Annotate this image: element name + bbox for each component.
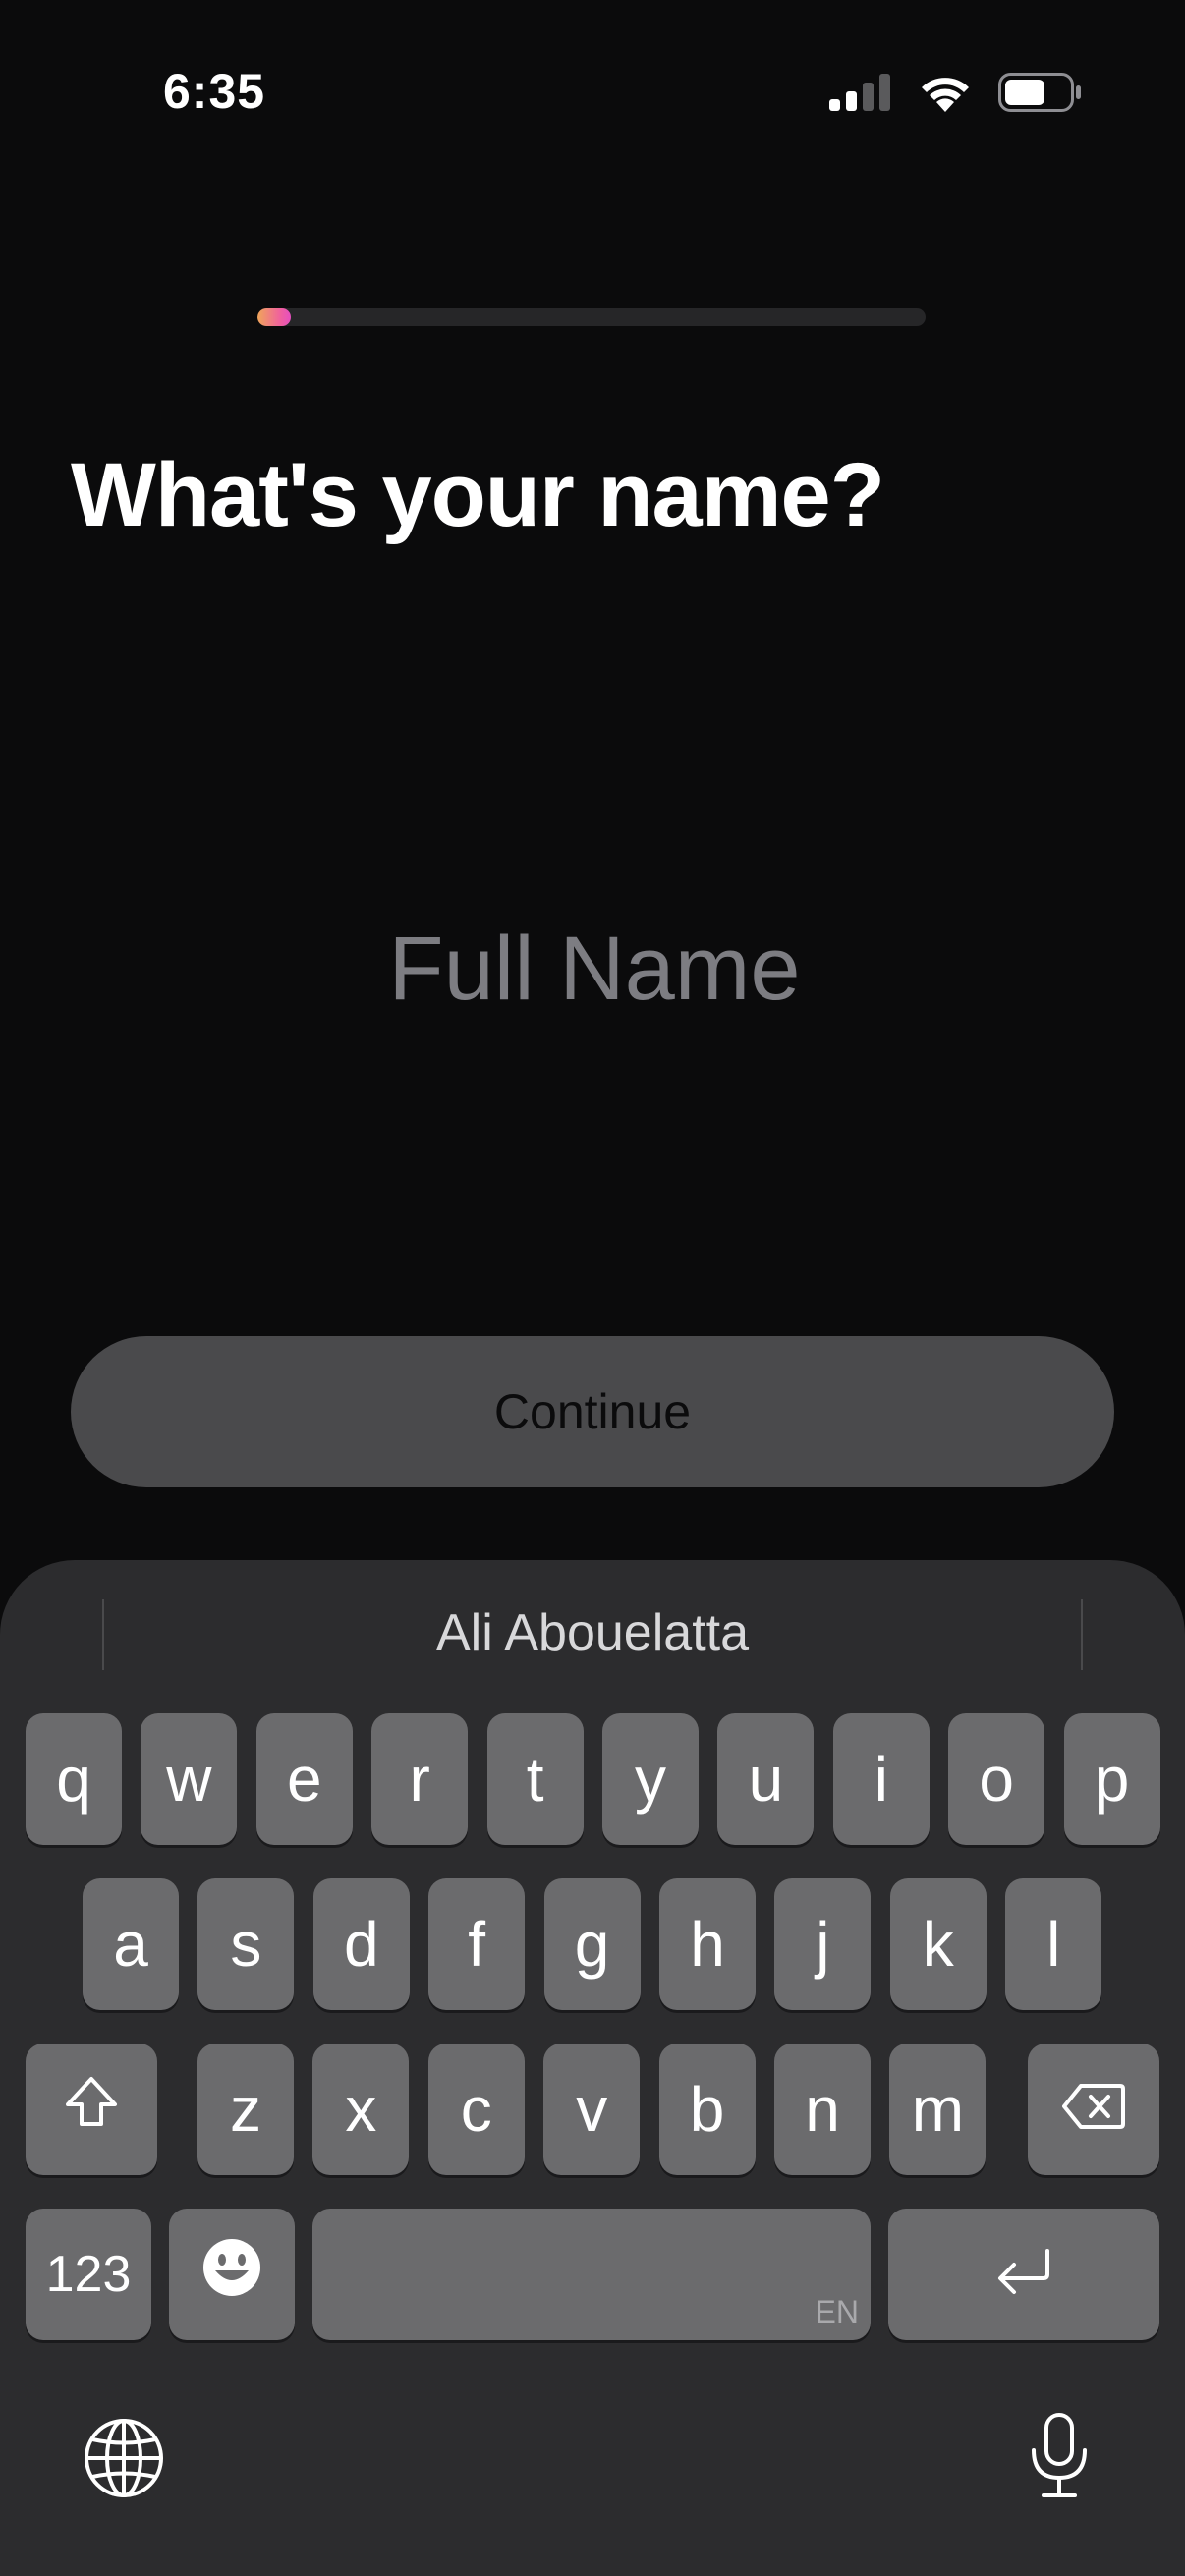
- key-a[interactable]: a: [83, 1878, 179, 2010]
- keyboard-suggestion[interactable]: Ali Abouelatta: [0, 1603, 1185, 1662]
- return-key[interactable]: [888, 2209, 1159, 2340]
- key-c[interactable]: c: [427, 2044, 525, 2175]
- delete-key[interactable]: [1028, 2044, 1159, 2175]
- key-e[interactable]: e: [255, 1713, 353, 1845]
- key-k[interactable]: k: [889, 1878, 987, 2010]
- globe-button[interactable]: [83, 2417, 165, 2504]
- key-u[interactable]: u: [717, 1713, 815, 1845]
- onboarding-progress-bar: [257, 308, 926, 326]
- onboarding-name-screen: 6:35 What's your name? Full Name Continu…: [0, 0, 1185, 2576]
- emoji-icon: [201, 2237, 262, 2313]
- key-g[interactable]: g: [543, 1878, 641, 2010]
- key-t[interactable]: t: [486, 1713, 584, 1845]
- dictation-button[interactable]: [1026, 2411, 1093, 2506]
- numbers-key[interactable]: 123: [26, 2209, 151, 2340]
- space-key[interactable]: EN: [312, 2209, 871, 2340]
- emoji-key[interactable]: [169, 2209, 295, 2340]
- shift-key[interactable]: [26, 2044, 157, 2175]
- key-p[interactable]: p: [1063, 1713, 1160, 1845]
- return-icon: [992, 2238, 1055, 2311]
- wifi-icon: [918, 73, 973, 117]
- system-keyboard: Ali Abouelatta qwertyuiop asdfghjkl zxcv…: [0, 1560, 1185, 2576]
- microphone-icon: [1026, 2413, 1093, 2505]
- shift-icon: [62, 2073, 121, 2147]
- key-r[interactable]: r: [371, 1713, 469, 1845]
- key-l[interactable]: l: [1005, 1878, 1102, 2010]
- key-b[interactable]: b: [658, 2044, 756, 2175]
- battery-icon: [998, 73, 1081, 117]
- key-n[interactable]: n: [774, 2044, 871, 2175]
- delete-icon: [1061, 2073, 1126, 2146]
- key-d[interactable]: d: [312, 1878, 410, 2010]
- key-y[interactable]: y: [602, 1713, 699, 1845]
- keyboard-suggestion-bar: Ali Abouelatta: [0, 1599, 1185, 1680]
- key-z[interactable]: z: [198, 2044, 294, 2175]
- status-time: 6:35: [163, 64, 266, 119]
- key-w[interactable]: w: [141, 1713, 238, 1845]
- key-j[interactable]: j: [774, 1878, 872, 2010]
- page-title: What's your name?: [71, 445, 885, 545]
- full-name-input[interactable]: [101, 904, 1088, 1034]
- globe-icon: [83, 2419, 165, 2503]
- key-v[interactable]: v: [543, 2044, 641, 2175]
- status-icons: [829, 73, 1081, 117]
- continue-button[interactable]: Continue: [71, 1336, 1114, 1487]
- key-i[interactable]: i: [832, 1713, 930, 1845]
- key-o[interactable]: o: [948, 1713, 1045, 1845]
- key-q[interactable]: q: [26, 1713, 122, 1845]
- keyboard-language-label: EN: [815, 2294, 859, 2329]
- key-h[interactable]: h: [659, 1878, 756, 2010]
- key-f[interactable]: f: [428, 1878, 526, 2010]
- onboarding-progress-fill: [257, 308, 291, 326]
- key-m[interactable]: m: [889, 2044, 987, 2175]
- key-s[interactable]: s: [198, 1878, 295, 2010]
- suggestion-divider: [1081, 1599, 1083, 1670]
- cellular-signal-icon: [829, 74, 892, 116]
- key-x[interactable]: x: [312, 2044, 410, 2175]
